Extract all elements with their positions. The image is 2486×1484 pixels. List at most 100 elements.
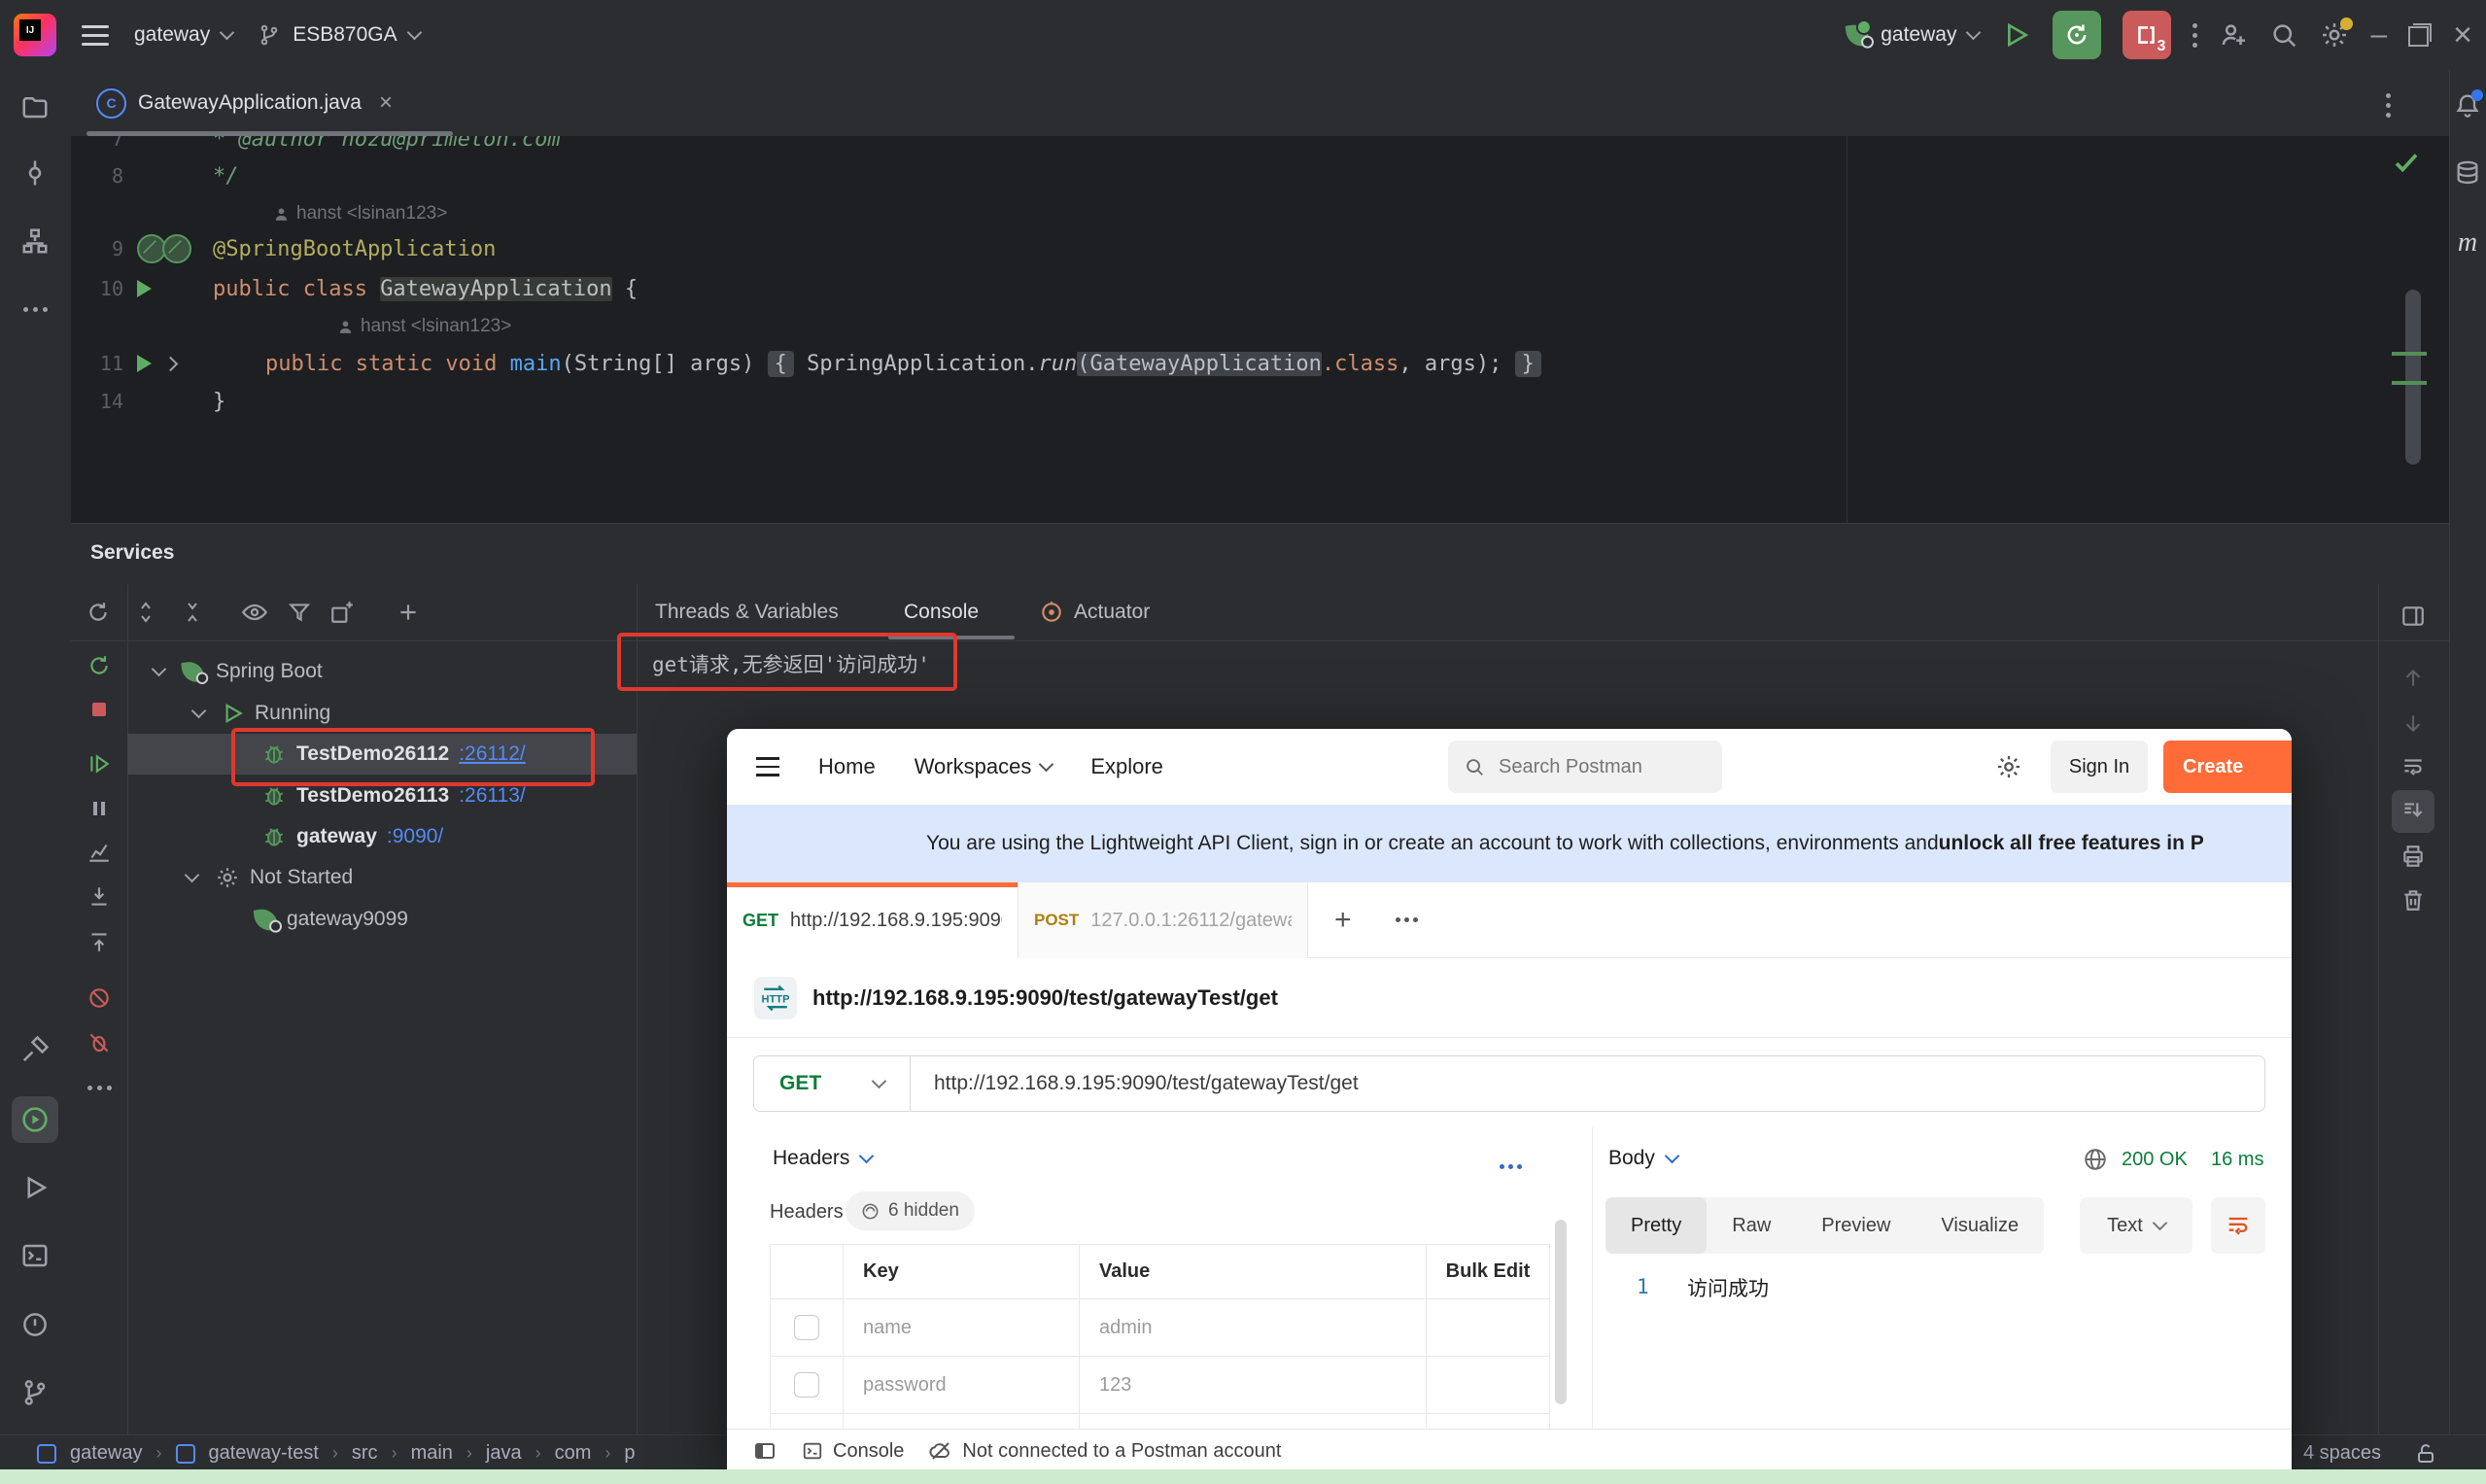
indent-info[interactable]: 4 spaces xyxy=(2303,1442,2381,1465)
version-control-tool-icon[interactable] xyxy=(12,1369,58,1416)
step-up-icon[interactable] xyxy=(78,920,121,963)
view-pretty[interactable]: Pretty xyxy=(1606,1197,1707,1254)
spring-bean-icon[interactable] xyxy=(162,234,191,263)
window-close-icon[interactable]: × xyxy=(2453,18,2472,52)
vcs-branch-selector[interactable]: ESB870GA xyxy=(258,23,419,47)
rerun-debug-button[interactable] xyxy=(2053,11,2101,59)
view-preview[interactable]: Preview xyxy=(1796,1197,1916,1254)
stop-listening-icon[interactable] xyxy=(78,1021,121,1064)
breadcrumb-item[interactable]: src xyxy=(352,1442,378,1465)
notifications-bell-icon[interactable] xyxy=(2448,86,2486,124)
folded-region[interactable]: } xyxy=(1515,351,1541,377)
nav-workspaces[interactable]: Workspaces xyxy=(915,754,1053,779)
services-tool-icon[interactable] xyxy=(12,1096,58,1143)
port-link[interactable]: :26113/ xyxy=(459,784,526,808)
format-selector[interactable]: Text xyxy=(2080,1197,2193,1254)
stop-button[interactable]: 3 xyxy=(2123,11,2171,59)
tree-node-gateway9099[interactable]: gateway9099 xyxy=(127,899,637,940)
tree-node-gateway[interactable]: gateway :9090/ xyxy=(127,816,637,857)
breadcrumb-item[interactable]: gateway xyxy=(70,1442,143,1465)
maven-tool-icon[interactable]: m xyxy=(2448,224,2486,262)
more-icon[interactable] xyxy=(78,1066,121,1109)
problems-tool-icon[interactable] xyxy=(12,1301,58,1348)
project-tool-icon[interactable] xyxy=(12,84,58,130)
collapse-all-icon[interactable] xyxy=(173,593,212,632)
postman-menu-icon[interactable] xyxy=(756,757,779,777)
hidden-headers-badge[interactable]: 6 hidden xyxy=(846,1191,975,1230)
editor-tab-gatewayapplication[interactable]: C GatewayApplication.java × xyxy=(86,70,453,136)
terminal-tool-icon[interactable] xyxy=(12,1232,58,1279)
wrap-lines-button[interactable] xyxy=(2211,1197,2265,1254)
sign-in-button[interactable]: Sign In xyxy=(2051,741,2148,793)
layout-settings-icon[interactable] xyxy=(2392,595,2434,638)
database-tool-icon[interactable] xyxy=(2448,154,2486,192)
breadcrumb-item[interactable]: p xyxy=(624,1442,635,1465)
view-visualize[interactable]: Visualize xyxy=(1916,1197,2044,1254)
code-editor[interactable]: 7* @author hozu@primeton.com 8*/ hanst <… xyxy=(71,136,2449,523)
unlock-icon[interactable] xyxy=(2414,1442,2437,1466)
soft-wrap-icon[interactable] xyxy=(2392,745,2434,788)
breadcrumb-item[interactable]: gateway-test xyxy=(209,1442,319,1465)
run-button[interactable] xyxy=(2000,19,2031,51)
view-options-eye-icon[interactable] xyxy=(235,593,274,632)
search-everywhere-icon[interactable] xyxy=(2269,20,2298,50)
stop-icon[interactable] xyxy=(78,688,121,731)
scroll-down-icon[interactable] xyxy=(2392,702,2434,744)
key-cell[interactable]: password xyxy=(844,1357,1080,1413)
window-minimize-icon[interactable]: – xyxy=(2370,20,2387,50)
tab-actuator[interactable]: Actuator xyxy=(1039,584,1150,640)
value-cell[interactable]: 123 xyxy=(1080,1357,1427,1413)
request-tab-post[interactable]: POST 127.0.0.1:26112/gateway xyxy=(1019,882,1308,958)
close-tab-icon[interactable]: × xyxy=(379,89,393,117)
port-link[interactable]: :9090/ xyxy=(387,825,443,848)
breadcrumb-item[interactable]: java xyxy=(486,1442,522,1465)
clear-trash-icon[interactable] xyxy=(2392,879,2434,921)
structure-tool-icon[interactable] xyxy=(12,218,58,264)
key-cell[interactable]: name xyxy=(844,1299,1080,1356)
chevron-down-icon[interactable] xyxy=(152,662,167,677)
resume-icon[interactable] xyxy=(78,742,121,785)
inspections-ok-icon[interactable] xyxy=(2392,148,2421,177)
row-checkbox[interactable] xyxy=(794,1315,819,1340)
search-input[interactable] xyxy=(1497,755,1695,779)
chevron-right-icon[interactable] xyxy=(163,356,179,371)
add-user-icon[interactable] xyxy=(2219,20,2248,50)
commit-tool-icon[interactable] xyxy=(12,150,58,196)
editor-scrollbar[interactable] xyxy=(2405,290,2421,465)
breadcrumb-item[interactable]: main xyxy=(411,1442,453,1465)
key-placeholder[interactable]: Key xyxy=(844,1414,1080,1429)
request-tab-get[interactable]: GET http://192.168.9.195:9090 xyxy=(727,882,1019,958)
tab-more-options-icon[interactable] xyxy=(1396,917,1418,922)
more-actions-icon[interactable] xyxy=(2193,23,2197,48)
value-cell[interactable]: admin xyxy=(1080,1299,1427,1356)
new-tab-icon[interactable]: + xyxy=(1334,904,1352,937)
response-status[interactable]: 200 OK xyxy=(2122,1149,2188,1171)
create-button[interactable]: Create xyxy=(2163,741,2292,793)
refresh-icon[interactable] xyxy=(79,593,118,632)
globe-icon[interactable] xyxy=(2083,1147,2108,1172)
console-toggle[interactable]: Console xyxy=(802,1440,904,1463)
headers-scrollbar[interactable] xyxy=(1555,1220,1567,1404)
response-time[interactable]: 16 ms xyxy=(2211,1149,2263,1171)
nav-home[interactable]: Home xyxy=(818,754,876,779)
open-in-new-tab-icon[interactable] xyxy=(323,593,362,632)
value-placeholder[interactable]: Value xyxy=(1080,1414,1427,1429)
tab-options-icon[interactable] xyxy=(2386,93,2391,118)
folded-region[interactable]: { xyxy=(768,351,794,377)
expand-all-icon[interactable] xyxy=(126,593,165,632)
bulk-edit-button[interactable]: Bulk Edit xyxy=(1427,1245,1549,1298)
settings-gear-icon[interactable] xyxy=(2320,20,2349,50)
mute-breakpoints-icon[interactable] xyxy=(78,977,121,1019)
tree-node-spring-boot[interactable]: Spring Boot xyxy=(127,651,637,692)
run-main-gutter-icon[interactable] xyxy=(137,355,152,372)
scroll-to-end-icon[interactable] xyxy=(2392,790,2434,833)
chevron-down-icon[interactable] xyxy=(191,704,207,719)
breadcrumb-item[interactable]: com xyxy=(555,1442,592,1465)
rerun-icon[interactable] xyxy=(78,644,121,687)
add-service-icon[interactable] xyxy=(389,593,428,632)
build-tool-icon[interactable] xyxy=(12,1026,58,1073)
sidebar-toggle-icon[interactable] xyxy=(753,1439,777,1463)
filter-icon[interactable] xyxy=(280,593,319,632)
headers-section-toggle[interactable]: Headers xyxy=(773,1147,872,1170)
run-class-gutter-icon[interactable] xyxy=(137,280,152,297)
